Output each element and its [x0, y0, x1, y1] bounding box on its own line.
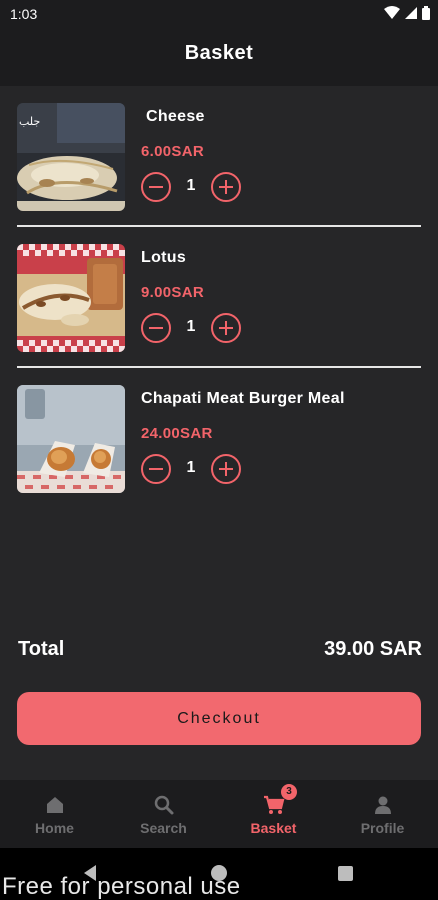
nav-label: Basket [250, 820, 297, 836]
basket-item: ﺟﻠﺐ Cheese 6.00SAR 1 [0, 86, 438, 227]
quantity-stepper: 1 [141, 454, 245, 484]
quantity-stepper: 1 [141, 172, 245, 202]
item-image: ﺟﻠﺐ [17, 103, 125, 211]
bottom-nav: Home Search 3 Basket Profile [0, 780, 438, 848]
recents-icon[interactable] [338, 866, 353, 881]
quantity-value: 1 [186, 459, 196, 476]
page-title: Basket [184, 42, 254, 64]
app-header: Basket [0, 28, 438, 86]
quantity-value: 1 [186, 318, 196, 335]
total-label: Total [18, 638, 65, 660]
cart-count-badge: 3 [281, 784, 297, 800]
decrease-quantity-button[interactable] [141, 313, 171, 343]
item-name: Chapati Meat Burger Meal [141, 390, 345, 407]
decrease-quantity-button[interactable] [141, 172, 171, 202]
item-price: 24.00SAR [141, 425, 213, 442]
basket-item: Chapati Meat Burger Meal 24.00SAR 1 [0, 368, 438, 509]
total-value: 39.00 SAR [324, 638, 422, 660]
minus-icon [149, 186, 163, 188]
image-overlay-text: ﺟﻠﺐ [19, 115, 40, 128]
increase-quantity-button[interactable] [211, 454, 241, 484]
increase-quantity-button[interactable] [211, 313, 241, 343]
decrease-quantity-button[interactable] [141, 454, 171, 484]
minus-icon [149, 468, 163, 470]
cart-icon [264, 795, 285, 814]
nav-item-home[interactable]: Home [0, 780, 109, 848]
nav-item-basket[interactable]: 3 Basket [219, 780, 328, 848]
item-price: 6.00SAR [141, 143, 204, 160]
item-image [17, 244, 125, 352]
status-time: 1:03 [10, 6, 38, 22]
nav-item-profile[interactable]: Profile [328, 780, 437, 848]
quantity-value: 1 [186, 177, 196, 194]
nav-item-search[interactable]: Search [109, 780, 218, 848]
minus-icon [149, 327, 163, 329]
nav-label: Profile [360, 820, 405, 836]
watermark: Free for personal use [2, 873, 241, 900]
quantity-stepper: 1 [141, 313, 245, 343]
search-icon [154, 795, 174, 815]
person-icon [375, 796, 391, 814]
battery-icon [422, 6, 430, 20]
item-price: 9.00SAR [141, 284, 204, 301]
total-row: Total 39.00 SAR [0, 634, 438, 666]
basket-item: Lotus 9.00SAR 1 [0, 227, 438, 368]
status-icons [384, 6, 430, 20]
wifi-icon [384, 6, 400, 19]
signal-icon [405, 7, 417, 19]
checkout-button[interactable]: Checkout [17, 692, 421, 745]
nav-label: Home [35, 820, 74, 836]
nav-label: Search [140, 820, 187, 836]
item-name: Cheese [146, 108, 205, 125]
item-name: Lotus [141, 249, 187, 266]
status-bar: 1:03 [0, 0, 438, 28]
home-icon [47, 797, 63, 813]
increase-quantity-button[interactable] [211, 172, 241, 202]
item-image [17, 385, 125, 493]
